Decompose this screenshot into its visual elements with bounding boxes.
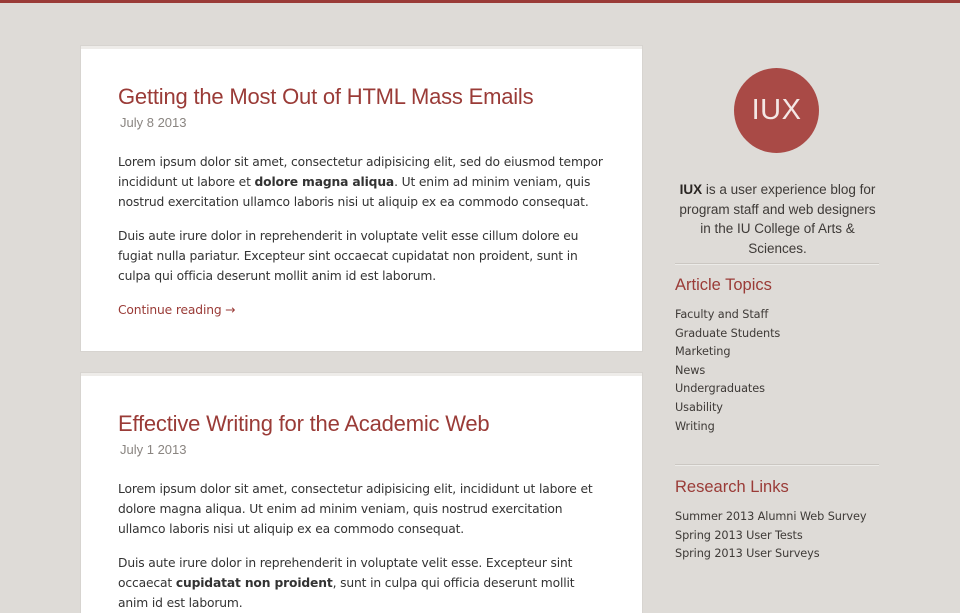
article-card: Effective Writing for the Academic Web J… [81, 373, 642, 613]
sidebar-divider [675, 263, 879, 265]
top-accent-bar [0, 0, 960, 3]
article-date: July 1 2013 [120, 442, 187, 457]
article-text-bold: cupidatat non proident [175, 576, 333, 590]
topic-link[interactable]: Usability [675, 399, 780, 418]
site-description: IUX is a user experience blog for progra… [675, 180, 880, 258]
research-links-heading: Research Links [675, 478, 789, 496]
site-description-text: is a user experience blog for program st… [679, 182, 876, 256]
research-link[interactable]: Spring 2013 User Tests [675, 527, 866, 546]
article-card: Getting the Most Out of HTML Mass Emails… [81, 46, 642, 351]
article-title[interactable]: Getting the Most Out of HTML Mass Emails [118, 82, 605, 112]
topic-link[interactable]: Marketing [675, 343, 780, 362]
research-link[interactable]: Spring 2013 User Surveys [675, 545, 866, 564]
article-title[interactable]: Effective Writing for the Academic Web [118, 409, 605, 439]
research-links-list: Summer 2013 Alumni Web Survey Spring 201… [675, 508, 867, 564]
topic-link[interactable]: News [675, 362, 780, 381]
article-paragraph: Duis aute irure dolor in reprehenderit i… [118, 553, 605, 613]
site-logo[interactable]: IUX [734, 68, 819, 153]
sidebar-divider [675, 464, 879, 466]
article-paragraph: Lorem ipsum dolor sit amet, consectetur … [118, 482, 593, 536]
article-text-bold: dolore magna aliqua [254, 175, 395, 189]
topic-link[interactable]: Graduate Students [675, 325, 780, 344]
article-paragraph: Duis aute irure dolor in reprehenderit i… [118, 229, 579, 283]
topics-heading: Article Topics [675, 276, 772, 294]
article-date: July 8 2013 [120, 115, 187, 130]
article-paragraph: Lorem ipsum dolor sit amet, consectetur … [118, 152, 605, 212]
topic-link[interactable]: Undergraduates [675, 380, 780, 399]
topic-link[interactable]: Faculty and Staff [675, 306, 780, 325]
research-link[interactable]: Summer 2013 Alumni Web Survey [675, 508, 867, 527]
continue-reading-link[interactable]: Continue reading → [118, 300, 605, 320]
topic-link[interactable]: Writing [675, 418, 780, 437]
site-name: IUX [679, 182, 703, 197]
topics-list: Faculty and Staff Graduate Students Mark… [675, 306, 780, 436]
